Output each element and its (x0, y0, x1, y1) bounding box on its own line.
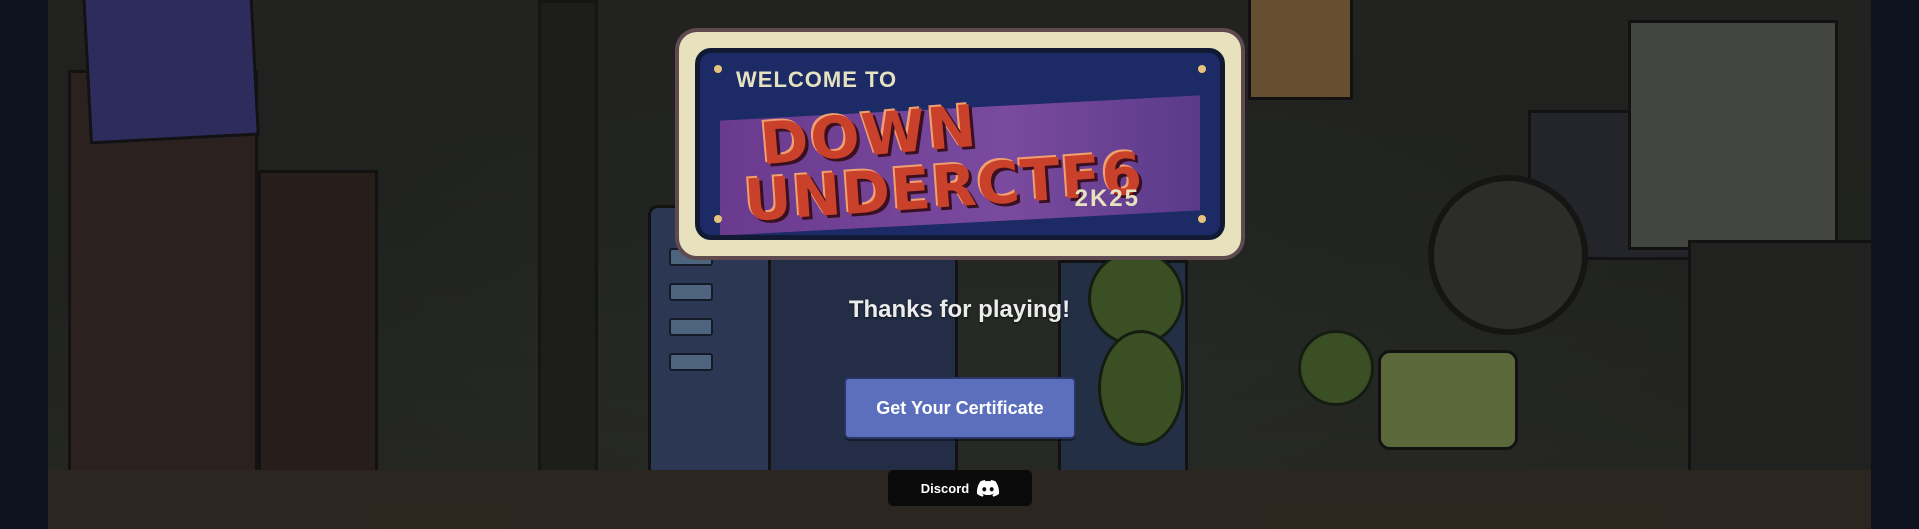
logo-rivet (714, 215, 722, 223)
logo-sign: WELCOME TO DOWN UNDERCTF6 2K25 (695, 48, 1225, 240)
discord-icon (977, 479, 1000, 497)
logo-rivet (1198, 215, 1206, 223)
logo-rivet (714, 65, 722, 73)
discord-button[interactable]: Discord (888, 470, 1032, 506)
logo-rivet (1198, 65, 1206, 73)
event-logo: WELCOME TO DOWN UNDERCTF6 2K25 (675, 28, 1245, 260)
logo-year: 2K25 (1074, 185, 1140, 212)
page-title: Thanks for playing! (848, 296, 1071, 323)
get-certificate-button[interactable]: Get Your Certificate (844, 377, 1076, 439)
discord-label: Discord (920, 480, 970, 496)
logo-welcome-text: WELCOME TO (736, 67, 898, 92)
